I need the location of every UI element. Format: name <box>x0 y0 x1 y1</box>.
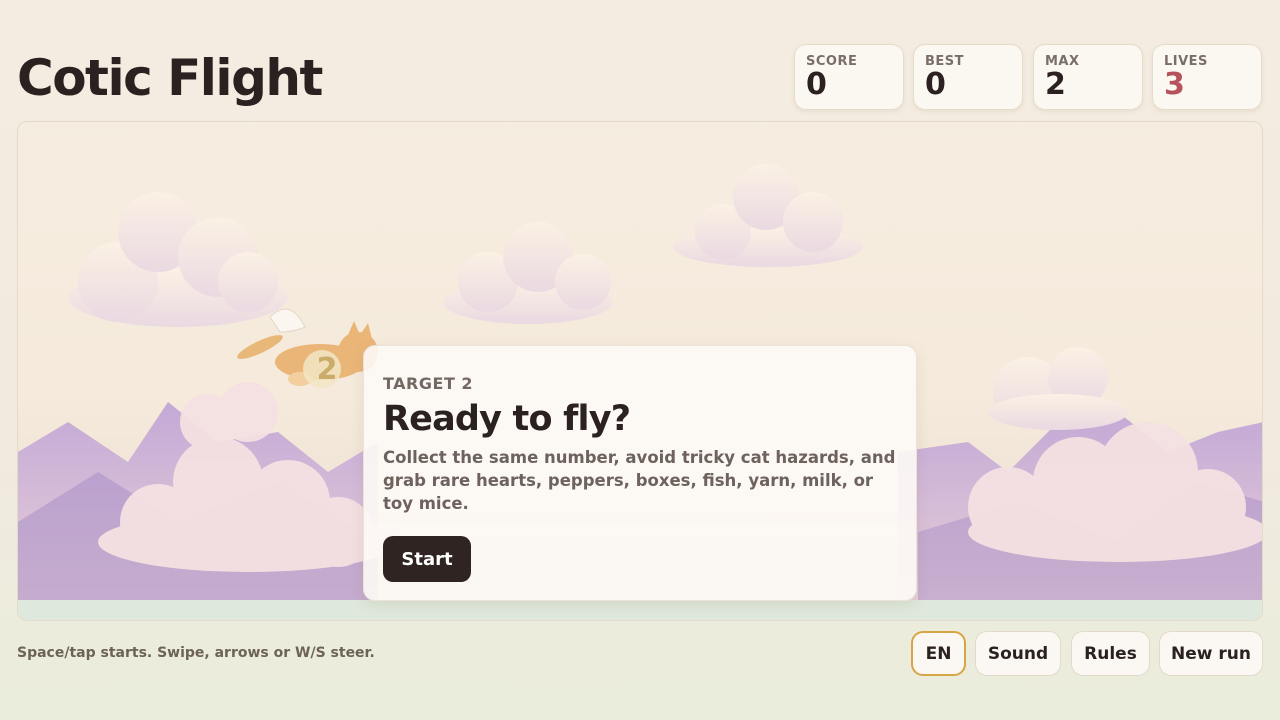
start-card: TARGET 2 Ready to fly? Collect the same … <box>363 345 917 601</box>
best-value: 0 <box>925 67 946 102</box>
cloud <box>68 192 288 327</box>
lives-value: 3 <box>1164 67 1185 102</box>
language-button[interactable]: EN <box>911 631 966 676</box>
rules-button[interactable]: Rules <box>1071 631 1150 676</box>
start-button[interactable]: Start <box>383 536 471 582</box>
score-stat: SCORE 0 <box>794 44 904 110</box>
flying-cat <box>237 308 378 388</box>
max-stat: MAX 2 <box>1033 44 1143 110</box>
sound-button[interactable]: Sound <box>975 631 1061 676</box>
controls-hint: Space/tap starts. Swipe, arrows or W/S s… <box>17 645 375 661</box>
target-label: TARGET 2 <box>383 374 474 393</box>
game-title: Cotic Flight <box>17 49 323 107</box>
max-value: 2 <box>1045 67 1066 102</box>
card-description: Collect the same number, avoid tricky ca… <box>383 448 896 513</box>
ground <box>18 600 1262 620</box>
card-heading: Ready to fly? <box>383 399 631 439</box>
score-value: 0 <box>806 67 827 102</box>
new-run-button[interactable]: New run <box>1159 631 1263 676</box>
lives-stat: LIVES 3 <box>1152 44 1262 110</box>
best-stat: BEST 0 <box>913 44 1023 110</box>
cloud <box>988 347 1128 430</box>
player-number: 2 <box>316 352 338 387</box>
cloud <box>673 164 863 267</box>
cloud <box>443 222 613 324</box>
